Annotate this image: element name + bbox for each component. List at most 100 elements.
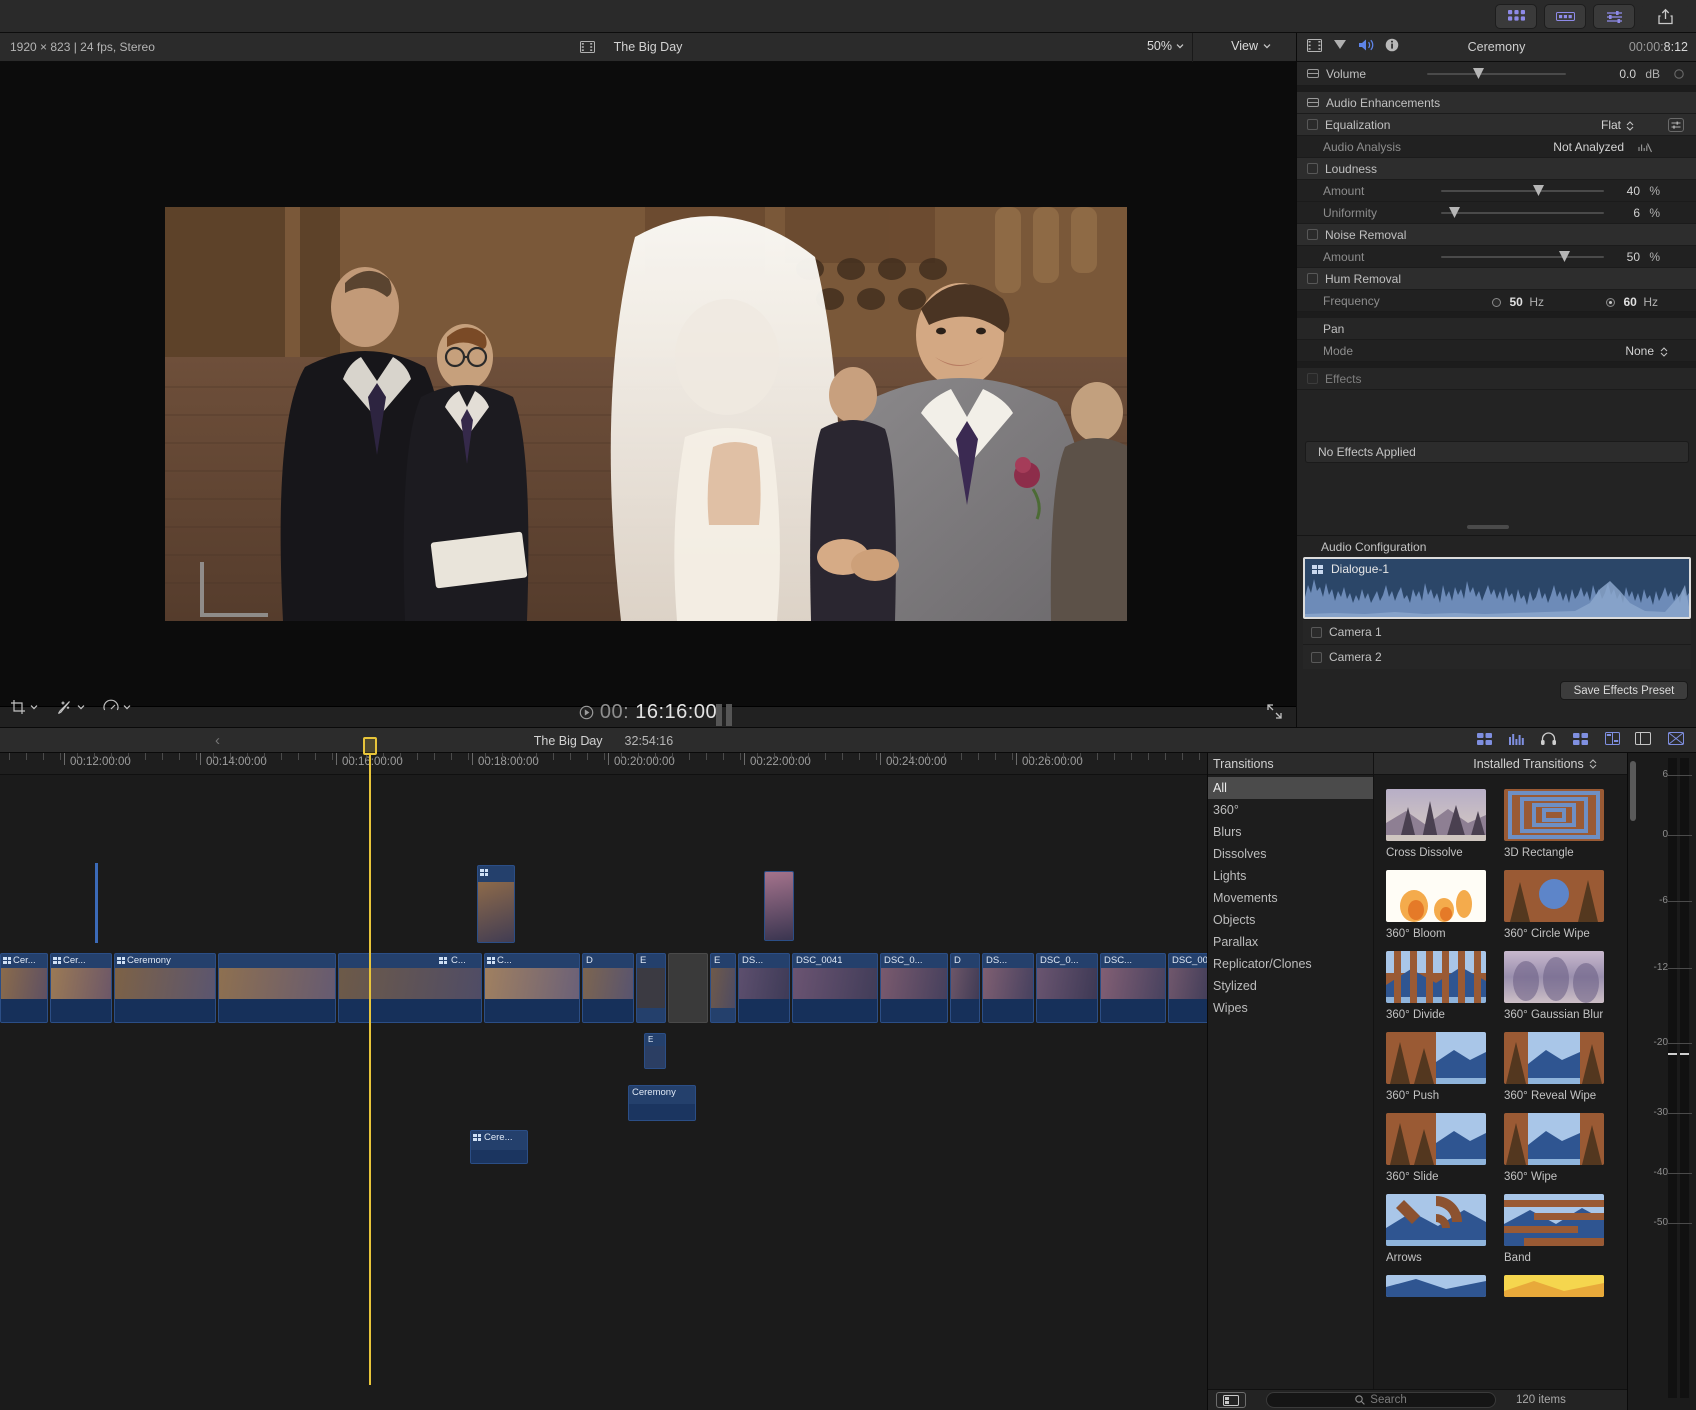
category-all[interactable]: All [1208,777,1373,799]
loudness-uniformity-row[interactable]: Uniformity 6 % [1297,202,1696,224]
category-blurs[interactable]: Blurs [1208,821,1373,843]
timeline-scrollbar[interactable] [1630,761,1636,821]
timeline-clip[interactable]: Cer... [0,953,48,1023]
search-input[interactable]: Search [1266,1392,1496,1408]
pan-header-row[interactable]: Pan [1297,318,1696,340]
timeline-clip[interactable]: Ceremony [114,953,216,1023]
equalization-checkbox[interactable] [1307,119,1318,130]
timeline-playhead[interactable] [363,737,377,1385]
category-dissolves[interactable]: Dissolves [1208,843,1373,865]
hum-removal-row[interactable]: Hum Removal [1297,268,1696,290]
hum-removal-checkbox[interactable] [1307,273,1318,284]
timeline-clip[interactable]: DSC_0... [1036,953,1098,1023]
timeline-toggle-button[interactable] [1544,4,1586,29]
transition-item[interactable]: 360° Circle Wipe [1504,870,1604,941]
frequency-60-radio[interactable] [1606,298,1615,307]
loudness-checkbox[interactable] [1307,163,1318,174]
connected-clip-marker[interactable] [95,863,98,943]
fullscreen-button[interactable] [1267,704,1282,722]
effects-header-row[interactable]: Effects [1297,368,1696,390]
transition-item-partial[interactable] [1386,1275,1486,1298]
timeline-clip[interactable]: DSC_0... [880,953,948,1023]
equalization-value[interactable]: Flat [1601,118,1621,132]
transition-item[interactable]: Band [1504,1194,1604,1265]
timeline-clip[interactable]: DS... [738,953,790,1023]
timeline-forward-button[interactable]: › [587,732,592,749]
category-stylized[interactable]: Stylized [1208,975,1373,997]
category-360[interactable]: 360° [1208,799,1373,821]
timeline-clip[interactable]: E [636,953,666,1023]
volume-reset-icon[interactable] [1674,69,1684,79]
timeline-clip[interactable]: DS... [982,953,1034,1023]
updown-chevron-icon[interactable] [1626,121,1634,131]
connected-clip-ceremony-2[interactable]: Cere... [470,1130,528,1164]
zoom-level-selector[interactable]: 50% [1147,39,1184,53]
close-browser-icon[interactable] [1668,732,1684,745]
browser-toggle-button[interactable] [1495,4,1537,29]
effects-checkbox[interactable] [1307,373,1318,384]
panel-resize-grabber[interactable] [1467,525,1509,529]
timeline-clip[interactable]: E [710,953,736,1023]
headphones-icon[interactable] [1541,732,1556,745]
audio-enhancements-header[interactable]: Audio Enhancements [1297,92,1696,114]
category-lights[interactable]: Lights [1208,865,1373,887]
timeline-ruler[interactable]: 00:12:00:00 00:14:00:00 00:16:00:00 00:1… [0,753,1207,775]
effects-icon[interactable] [1573,732,1588,745]
transition-item[interactable]: 360° Bloom [1386,870,1486,941]
updown-chevron-icon[interactable] [1589,758,1597,769]
updown-chevron-icon[interactable] [1660,347,1668,357]
loudness-amount-value[interactable]: 40 [1627,184,1640,198]
frequency-50-option[interactable]: 50 Hz [1492,295,1544,309]
transition-item-partial[interactable] [1504,1275,1604,1298]
pan-mode-value[interactable]: None [1625,344,1654,358]
pan-mode-row[interactable]: Mode None [1297,340,1696,362]
audio-component-camera1[interactable]: Camera 1 [1303,619,1691,644]
save-effects-preset-button[interactable]: Save Effects Preset [1560,681,1688,700]
transform-corner-handle[interactable] [200,562,268,617]
uniformity-value[interactable]: 6 [1633,206,1640,220]
timeline-canvas[interactable]: Cer... Cer... Ceremony C... C... D E E D… [0,775,1207,1410]
volume-slider-track[interactable] [1427,73,1566,75]
noise-amount-value[interactable]: 50 [1627,250,1640,264]
camera1-checkbox[interactable] [1311,626,1322,638]
loudness-amount-track[interactable] [1441,190,1604,192]
noise-amount-track[interactable] [1441,256,1604,258]
timeline-clip[interactable]: Cer... [50,953,112,1023]
connected-clip-below[interactable]: E [644,1033,666,1069]
transition-item[interactable]: Arrows [1386,1194,1486,1265]
transition-item[interactable]: 360° Slide [1386,1113,1486,1184]
analyze-icon[interactable] [1638,142,1652,154]
timeline-index-icon[interactable] [1635,732,1651,745]
timeline-clip[interactable]: DSC... [1100,953,1166,1023]
transition-item[interactable]: 3D Rectangle [1504,789,1604,860]
noise-removal-row[interactable]: Noise Removal [1297,224,1696,246]
equalization-editor-button[interactable] [1668,118,1684,132]
connected-clip[interactable] [477,865,515,943]
share-button[interactable] [1642,4,1688,29]
volume-value[interactable]: 0.0 [1619,67,1636,81]
view-menu-button[interactable]: View [1231,39,1271,53]
category-objects[interactable]: Objects [1208,909,1373,931]
audio-component-dialogue[interactable]: Dialogue-1 [1303,557,1691,619]
playhead-handle[interactable] [363,737,377,755]
connected-clip-ceremony[interactable]: Ceremony [628,1085,696,1121]
transition-item[interactable]: 360° Wipe [1504,1113,1604,1184]
transition-item[interactable]: 360° Reveal Wipe [1504,1032,1604,1103]
equalization-row[interactable]: Equalization Flat [1297,114,1696,136]
timeline-clip[interactable]: D [582,953,634,1023]
transitions-browser-icon[interactable] [1605,732,1620,745]
noise-amount-row[interactable]: Amount 50 % [1297,246,1696,268]
timeline-clip[interactable] [218,953,336,1023]
transition-item[interactable]: 360° Divide [1386,951,1486,1022]
uniformity-track[interactable] [1441,212,1604,214]
frequency-60-option[interactable]: 60 Hz [1606,295,1658,309]
volume-row[interactable]: Volume 0.0 dB [1297,62,1696,86]
transition-item[interactable]: 360° Gaussian Blur [1504,951,1604,1022]
category-wipes[interactable]: Wipes [1208,997,1373,1019]
viewer-timecode[interactable]: 00: 16:16:00 [0,701,1296,724]
camera2-checkbox[interactable] [1311,651,1322,663]
frequency-50-radio[interactable] [1492,298,1501,307]
category-parallax[interactable]: Parallax [1208,931,1373,953]
connected-clip[interactable] [764,871,794,941]
timeline-clip[interactable]: DSC_0041 [792,953,878,1023]
